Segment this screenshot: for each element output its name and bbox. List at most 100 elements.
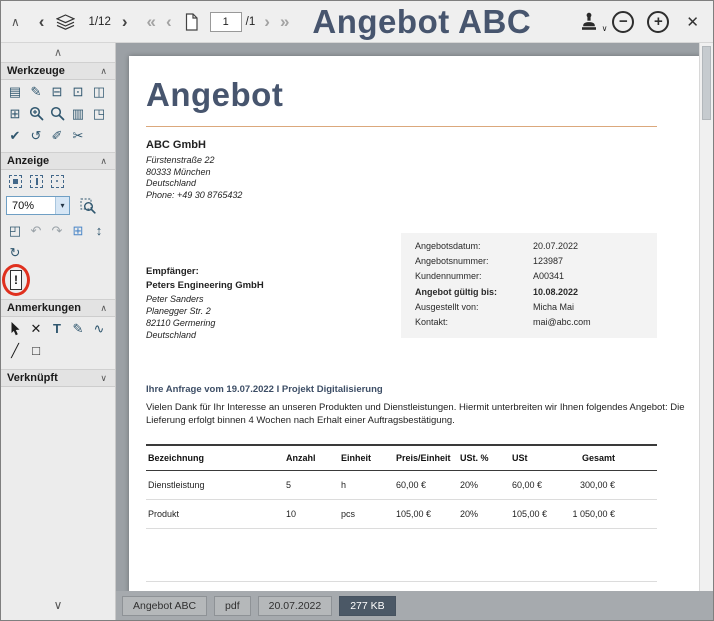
file-indicator: 1/12 xyxy=(88,16,110,28)
stamp-icon[interactable]: ∨ xyxy=(579,12,599,31)
last-page-icon[interactable]: » xyxy=(280,13,289,30)
continuous-scroll-icon[interactable]: ↕ xyxy=(90,221,108,239)
sidebar-scroll-up-icon[interactable]: ∧ xyxy=(1,43,115,62)
zoom-level-value: 70% xyxy=(12,200,34,212)
search-icon[interactable] xyxy=(48,104,66,122)
next-file-icon[interactable]: › xyxy=(122,13,128,30)
cell: pcs xyxy=(339,500,394,529)
view-row-3: ↻ xyxy=(1,241,115,263)
pages-icon[interactable]: ▥ xyxy=(69,104,87,122)
rectangle-annotation-icon[interactable]: □ xyxy=(27,341,45,359)
fit-width-icon[interactable] xyxy=(27,172,45,190)
file-warning-icon[interactable]: ! xyxy=(10,270,22,290)
section-header-verknuepft[interactable]: Verknüpft ∨ xyxy=(1,369,115,387)
page-title: Angebot xyxy=(146,76,657,114)
delete-annotation-icon[interactable]: ✕ xyxy=(27,319,45,337)
sidebar-scroll-down-icon[interactable]: ∨ xyxy=(1,592,115,620)
prev-file-icon[interactable]: ‹ xyxy=(39,13,45,30)
section-label: Werkzeuge xyxy=(7,65,65,77)
document-content: Angebot ABC GmbH Fürstenstraße 22 80333 … xyxy=(129,56,701,594)
next-page-icon[interactable]: › xyxy=(264,13,270,30)
section-header-anmerkungen[interactable]: Anmerkungen ∧ xyxy=(1,299,115,317)
page-icon xyxy=(184,13,199,31)
chevron-down-icon: ▾ xyxy=(55,197,69,214)
extract-page-icon[interactable]: ◳ xyxy=(90,104,108,122)
column-header: Einheit xyxy=(339,445,394,471)
thumbnails-icon[interactable]: ⊞ xyxy=(6,104,24,122)
file-name-chip[interactable]: Angebot ABC xyxy=(122,596,207,616)
refresh-icon[interactable]: ↻ xyxy=(6,243,24,261)
actual-size-icon[interactable] xyxy=(48,172,66,190)
signature-icon[interactable]: ✐ xyxy=(48,126,66,144)
table-row: Produkt 10 pcs 105,00 € 20% 105,00 € 1 0… xyxy=(146,500,657,529)
sender-address-line: Phone: +49 30 8765432 xyxy=(146,190,657,202)
column-header: Anzahl xyxy=(284,445,339,471)
recipient-address-line: Peter Sanders xyxy=(146,293,366,305)
text-annotation-icon[interactable]: T xyxy=(48,319,66,337)
rotate-icon[interactable]: ↺ xyxy=(27,126,45,144)
cell: 20% xyxy=(458,471,510,500)
cell: 300,00 € xyxy=(563,471,657,500)
select-cursor-icon[interactable] xyxy=(6,319,24,337)
cell: h xyxy=(339,471,394,500)
edit-icon[interactable]: ✎ xyxy=(27,82,45,100)
file-type-chip[interactable]: pdf xyxy=(214,596,251,616)
cell: 10 xyxy=(284,500,339,529)
layers-icon[interactable] xyxy=(56,14,75,30)
annotations-row-1: ✕ T ✎ ∿ xyxy=(1,317,115,339)
info-row: Angebot gültig bis:10.08.2022 xyxy=(415,285,643,300)
save-icon[interactable]: ▤ xyxy=(6,82,24,100)
tools-row-2: ⊞ ▥ ◳ xyxy=(1,102,115,124)
vertical-scrollbar[interactable] xyxy=(699,43,713,591)
fit-page-icon[interactable] xyxy=(6,172,24,190)
sender-name: ABC GmbH xyxy=(146,139,657,151)
column-header: USt. % xyxy=(458,445,510,471)
zoom-region-icon[interactable] xyxy=(79,197,97,215)
cell: Produkt xyxy=(146,500,284,529)
column-header: Bezeichnung xyxy=(146,445,284,471)
undo-icon[interactable]: ↶ xyxy=(27,221,45,239)
section-header-werkzeuge[interactable]: Werkzeuge ∧ xyxy=(1,62,115,80)
page-input[interactable] xyxy=(210,12,242,32)
print-icon[interactable]: ⊟ xyxy=(48,82,66,100)
zoom-out-button[interactable]: − xyxy=(612,11,634,33)
divider xyxy=(146,126,657,127)
chevron-up-icon: ∧ xyxy=(100,303,107,314)
zoom-row: 70% ▾ xyxy=(1,192,115,219)
table-header-row: Bezeichnung Anzahl Einheit Preis/Einheit… xyxy=(146,445,657,471)
first-page-icon[interactable]: « xyxy=(147,13,156,30)
zoom-level-select[interactable]: 70% ▾ xyxy=(6,196,70,215)
redo-icon[interactable]: ↷ xyxy=(48,221,66,239)
zoom-in-button[interactable]: + xyxy=(647,11,669,33)
file-date-chip[interactable]: 20.07.2022 xyxy=(258,596,333,616)
section-label: Anmerkungen xyxy=(7,302,81,314)
spellcheck-icon[interactable]: ✔ xyxy=(6,126,24,144)
line-annotation-icon[interactable]: ╱ xyxy=(6,341,24,359)
toolbar-right-group: ∨ − + ✕ xyxy=(579,11,703,33)
body-text: Vielen Dank für Ihr Interesse an unseren… xyxy=(146,401,694,427)
subject-line: Ihre Anfrage vom 19.07.2022 I Projekt Di… xyxy=(146,384,657,395)
collapse-toolbar-icon[interactable]: ∧ xyxy=(11,15,20,29)
section-header-anzeige[interactable]: Anzeige ∧ xyxy=(1,152,115,170)
close-icon[interactable]: ✕ xyxy=(686,13,699,31)
chevron-up-icon: ∧ xyxy=(100,66,107,77)
ink-annotation-icon[interactable]: ✎ xyxy=(69,319,87,337)
scrollbar-thumb[interactable] xyxy=(702,46,711,120)
cell: 20% xyxy=(458,500,510,529)
prev-page-icon[interactable]: ‹ xyxy=(166,13,172,30)
document-info-icon[interactable]: ◫ xyxy=(90,82,108,100)
sender-address-line: Deutschland xyxy=(146,178,657,190)
export-icon[interactable]: ⊡ xyxy=(69,82,87,100)
cell: 60,00 € xyxy=(510,471,563,500)
zoom-in-tool-icon[interactable] xyxy=(27,104,45,122)
grid-icon[interactable]: ⊞ xyxy=(69,221,87,239)
info-row: Angebotsdatum:20.07.2022 xyxy=(415,239,643,254)
column-header: USt xyxy=(510,445,563,471)
file-size-badge: 277 KB xyxy=(339,596,395,616)
save-view-icon[interactable]: ◰ xyxy=(6,221,24,239)
curve-annotation-icon[interactable]: ∿ xyxy=(90,319,108,337)
cut-icon[interactable]: ✂ xyxy=(69,126,87,144)
section-label: Anzeige xyxy=(7,155,49,167)
page-total: /1 xyxy=(246,16,256,28)
tools-row-1: ▤ ✎ ⊟ ⊡ ◫ xyxy=(1,80,115,102)
